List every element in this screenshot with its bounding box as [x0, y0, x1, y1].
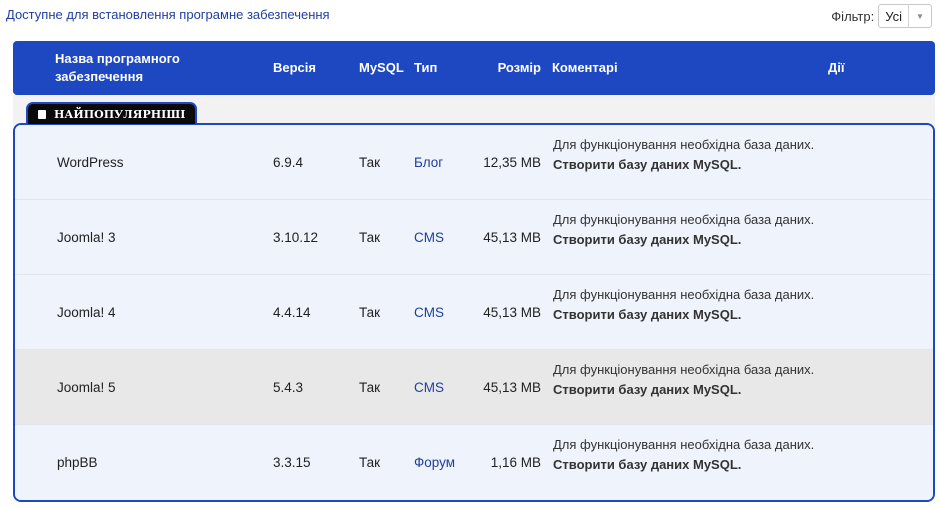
app-comment: Для функціонування необхідна база даних.…: [553, 125, 833, 210]
popular-group-badge: НАЙПОПУЛЯРНІШІ: [26, 102, 198, 124]
app-version: 6.9.4: [273, 155, 304, 170]
filter-label: Фільтр:: [831, 8, 875, 24]
app-version: 3.3.15: [273, 455, 311, 470]
chevron-down-icon[interactable]: ▼: [908, 5, 931, 27]
app-type-link[interactable]: CMS: [414, 350, 444, 425]
create-database-link[interactable]: Створити базу даних MySQL.: [553, 380, 833, 400]
comment-text: Для функціонування необхідна база даних.: [553, 437, 815, 452]
table-row: phpBB 3.3.15 Так Форум 1,16 MB Для функц…: [15, 425, 933, 500]
app-name: Joomla! 3: [57, 230, 116, 245]
table-row: Joomla! 4 4.4.14 Так CMS 45,13 MB Для фу…: [15, 275, 933, 350]
comment-text: Для функціонування необхідна база даних.: [553, 137, 815, 152]
column-header-size[interactable]: Розмір: [473, 41, 541, 95]
app-name: WordPress: [57, 155, 124, 170]
app-size: 1,16 MB: [490, 455, 541, 470]
app-name: Joomla! 5: [57, 380, 116, 395]
app-type-link[interactable]: CMS: [414, 200, 444, 275]
app-mysql: Так: [359, 155, 381, 170]
filter-value: Усі: [885, 8, 902, 24]
app-comment: Для функціонування необхідна база даних.…: [553, 350, 833, 435]
app-type-link[interactable]: Блог: [414, 125, 443, 200]
app-size: 45,13 MB: [483, 230, 541, 245]
create-database-link[interactable]: Створити базу даних MySQL.: [553, 305, 833, 325]
filter-control: Фільтр: Усі ▼: [831, 4, 932, 28]
app-name: Joomla! 4: [57, 305, 116, 320]
thumbs-up-icon: [38, 109, 46, 119]
column-header-name[interactable]: Назва програмного забезпечення: [55, 41, 245, 95]
column-header-comments: Коментарі: [552, 60, 618, 75]
filter-select[interactable]: Усі ▼: [878, 4, 932, 28]
column-header-mysql[interactable]: MySQL: [359, 41, 404, 95]
app-version: 3.10.12: [273, 230, 319, 245]
column-header-actions: Дії: [828, 60, 845, 75]
popular-group: WordPress 6.9.4 Так Блог 12,35 MB Для фу…: [13, 123, 935, 502]
column-header-version[interactable]: Версія: [273, 41, 316, 95]
app-version: 4.4.14: [273, 305, 311, 320]
app-mysql: Так: [359, 380, 381, 395]
comment-text: Для функціонування необхідна база даних.: [553, 287, 815, 302]
app-type-link[interactable]: Форум: [414, 425, 455, 500]
table-header: Назва програмного забезпечення Версія My…: [13, 41, 935, 95]
comment-text: Для функціонування необхідна база даних.: [553, 362, 815, 377]
app-mysql: Так: [359, 305, 381, 320]
app-mysql: Так: [359, 455, 381, 470]
app-comment: Для функціонування необхідна база даних.…: [553, 275, 833, 360]
table-row: WordPress 6.9.4 Так Блог 12,35 MB Для фу…: [15, 125, 933, 200]
page-title: Доступне для встановлення програмне забе…: [6, 7, 330, 22]
group-label: НАЙПОПУЛЯРНІШІ: [54, 107, 186, 121]
app-type-link[interactable]: CMS: [414, 275, 444, 350]
table-row: Joomla! 5 5.4.3 Так CMS 45,13 MB Для фун…: [15, 350, 933, 425]
app-size: 45,13 MB: [483, 305, 541, 320]
comment-text: Для функціонування необхідна база даних.: [553, 212, 815, 227]
create-database-link[interactable]: Створити базу даних MySQL.: [553, 455, 833, 475]
column-header-type[interactable]: Тип: [414, 41, 437, 95]
table-row: Joomla! 3 3.10.12 Так CMS 45,13 MB Для ф…: [15, 200, 933, 275]
create-database-link[interactable]: Створити базу даних MySQL.: [553, 230, 833, 250]
app-version: 5.4.3: [273, 380, 304, 395]
app-size: 45,13 MB: [483, 380, 541, 395]
app-name: phpBB: [57, 455, 98, 470]
app-comment: Для функціонування необхідна база даних.…: [553, 425, 833, 500]
app-mysql: Так: [359, 230, 381, 245]
top-bar: Доступне для встановлення програмне забе…: [0, 0, 940, 30]
app-comment: Для функціонування необхідна база даних.…: [553, 200, 833, 285]
app-size: 12,35 MB: [483, 155, 541, 170]
create-database-link[interactable]: Створити базу даних MySQL.: [553, 155, 833, 175]
